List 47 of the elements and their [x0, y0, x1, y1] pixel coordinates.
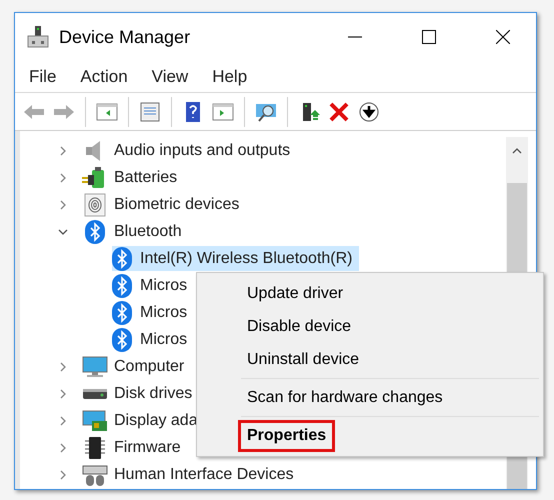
context-menu-item[interactable]: Update driver	[238, 278, 352, 310]
tree-item[interactable]: Micros	[112, 300, 194, 325]
tree-item[interactable]: Bluetooth	[114, 220, 182, 244]
fingerprint-icon	[84, 192, 106, 216]
context-menu-item[interactable]: Uninstall device	[238, 344, 368, 376]
collapse-chevron-icon[interactable]	[58, 226, 68, 236]
tree-item[interactable]: Micros	[112, 273, 194, 298]
menu-item[interactable]: Help	[208, 64, 252, 90]
bluetooth-icon	[85, 220, 105, 244]
monitor-icon	[82, 354, 108, 378]
tree-item[interactable]: Audio inputs and outputs	[114, 138, 290, 162]
bluetooth-icon	[112, 300, 132, 324]
display-adapter-icon	[82, 408, 108, 432]
bluetooth-icon	[112, 274, 132, 298]
disk-drive-icon	[82, 388, 108, 398]
close-icon	[496, 30, 510, 44]
context-menu-item[interactable]: Properties	[238, 420, 336, 452]
expand-chevron-icon[interactable]	[58, 172, 68, 182]
window-title: Device Manager	[59, 26, 190, 49]
expand-chevron-icon[interactable]	[58, 442, 68, 452]
tree-item[interactable]: Display ada	[114, 408, 198, 432]
minimize-icon	[348, 36, 362, 38]
tree-item[interactable]: Computer	[114, 354, 184, 378]
bluetooth-icon	[112, 328, 132, 352]
tree-item[interactable]: Firmware	[114, 436, 181, 460]
expand-chevron-icon[interactable]	[58, 388, 68, 398]
context-menu-item[interactable]: Scan for hardware changes	[238, 382, 452, 414]
expand-chevron-icon[interactable]	[58, 200, 68, 210]
tree-item[interactable]: Intel(R) Wireless Bluetooth(R)	[112, 246, 358, 271]
menu-item[interactable]: Action	[76, 64, 132, 90]
menu-item[interactable]: View	[148, 64, 192, 90]
expand-chevron-icon[interactable]	[58, 146, 68, 156]
device-manager-icon	[27, 26, 49, 48]
expand-chevron-icon[interactable]	[58, 362, 68, 372]
bluetooth-icon	[112, 246, 132, 270]
maximize-icon	[422, 30, 436, 44]
tree-item[interactable]: Human Interface Devices	[114, 462, 294, 486]
menu-item[interactable]: File	[25, 64, 60, 90]
tree-item[interactable]: Disk drives	[114, 382, 192, 406]
tree-item[interactable]: Biometric devices	[114, 192, 240, 216]
tree-item[interactable]: Batteries	[114, 166, 178, 190]
tree-item[interactable]: Micros	[112, 327, 194, 352]
expand-chevron-icon[interactable]	[58, 416, 68, 426]
context-menu-item[interactable]: Disable device	[238, 310, 360, 342]
expand-chevron-icon[interactable]	[58, 470, 68, 480]
keyboard-mouse-icon	[82, 462, 108, 486]
chip-icon	[84, 436, 106, 460]
